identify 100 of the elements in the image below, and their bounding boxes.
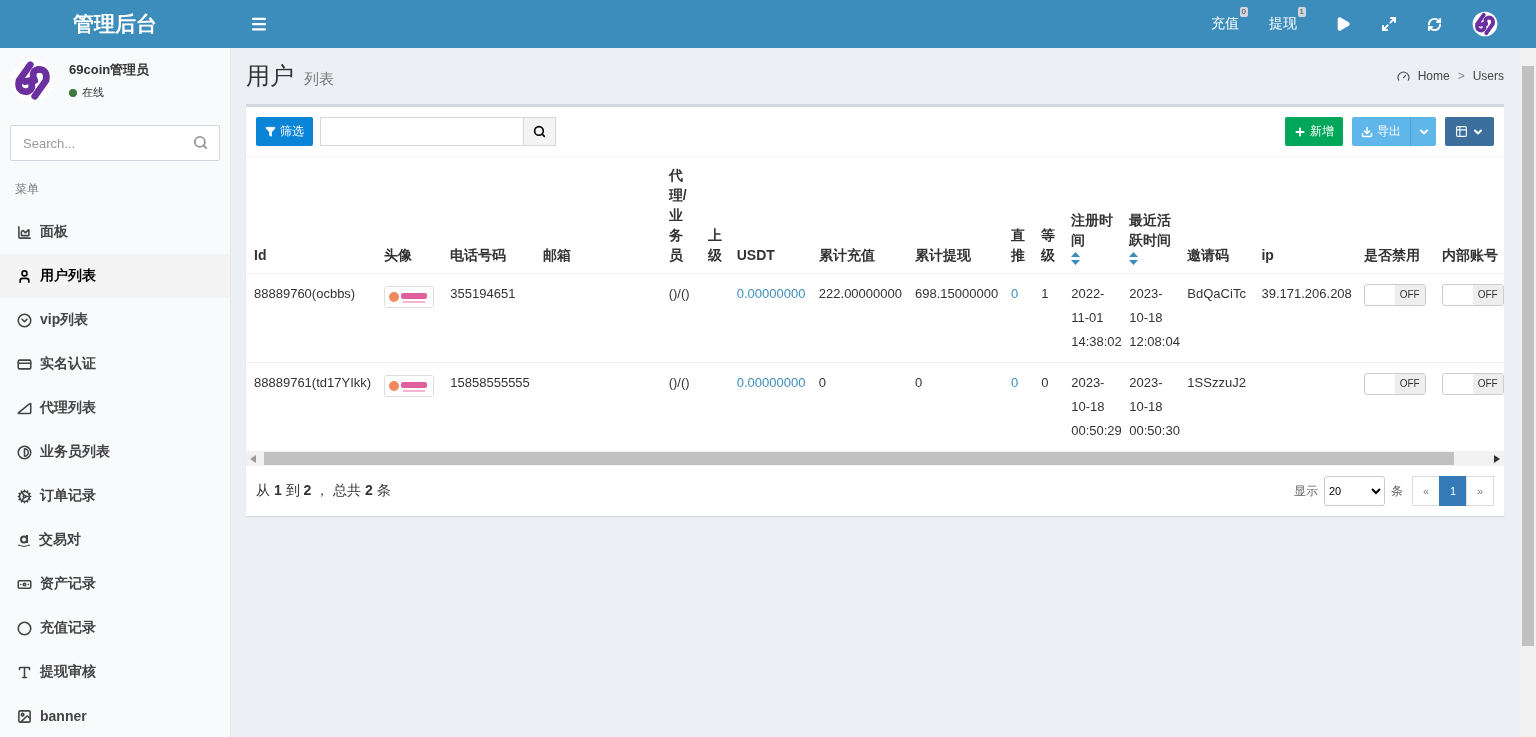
table-search-field[interactable] bbox=[320, 117, 524, 146]
status-dot bbox=[69, 88, 77, 97]
table-cell: 88889760(ocbbs) bbox=[254, 286, 356, 301]
column-header: 邀请码 bbox=[1187, 246, 1230, 265]
column-header: ip bbox=[1261, 246, 1274, 265]
page-link[interactable]: « bbox=[1412, 476, 1440, 506]
app-title: 管理后台 bbox=[72, 11, 158, 37]
table-cell: 39.171.206.208 bbox=[1261, 286, 1352, 301]
summary-text: 从 1 到 2 ， 总共 2 条 bbox=[256, 482, 391, 500]
sidebar-item[interactable]: banner bbox=[0, 694, 230, 737]
column-header: 累计提现 bbox=[914, 246, 971, 265]
column-header: 头像 bbox=[384, 246, 413, 265]
gear-icon bbox=[17, 488, 32, 504]
menu-heading: 菜单 bbox=[14, 181, 40, 198]
dashboard-icon bbox=[1396, 69, 1410, 83]
sidebar-item[interactable]: 交易对 bbox=[0, 518, 230, 562]
column-header: 直推 bbox=[1011, 226, 1027, 265]
scroll-right-icon[interactable] bbox=[1494, 454, 1500, 463]
table-cell: BdQaCiTc bbox=[1187, 286, 1246, 301]
text-icon bbox=[17, 664, 32, 680]
sidebar-item[interactable]: 提现审核 bbox=[0, 650, 230, 694]
area-chart-icon bbox=[17, 224, 32, 240]
triangle-icon bbox=[17, 400, 32, 416]
column-header: 累计充值 bbox=[818, 246, 875, 265]
cell-link[interactable]: 0.00000000 bbox=[736, 375, 806, 390]
sort-icon[interactable] bbox=[1071, 252, 1081, 265]
table-cell: ()/() bbox=[668, 375, 690, 390]
sidebar-item[interactable]: 面板 bbox=[0, 210, 230, 254]
show-label: 显示 bbox=[1294, 482, 1318, 500]
table-cell: 222.00000000 bbox=[818, 286, 902, 301]
sidebar-item[interactable]: 订单记录 bbox=[0, 474, 230, 518]
column-header: 邮箱 bbox=[543, 246, 572, 265]
toggle-switch[interactable]: OFF bbox=[1363, 284, 1426, 306]
plus-icon bbox=[1294, 125, 1306, 138]
table-cell: 0 bbox=[1041, 375, 1049, 390]
unit-label: 条 bbox=[1391, 482, 1403, 500]
table-cell: 355194651 bbox=[450, 286, 516, 301]
count-badge: 0 bbox=[1239, 7, 1248, 17]
search-field[interactable]: Search... bbox=[10, 125, 220, 161]
column-header: 代理/业务员 bbox=[668, 166, 688, 265]
sidebar-item[interactable]: 充值记录 bbox=[0, 606, 230, 650]
column-header: 等级 bbox=[1041, 226, 1057, 265]
table-cell: 2022-11-01 14:38:02 bbox=[1071, 286, 1122, 349]
columns-button[interactable] bbox=[1445, 117, 1494, 146]
dropdown-button[interactable] bbox=[1410, 117, 1436, 146]
sort-icon[interactable] bbox=[1129, 252, 1139, 265]
sidebar-item[interactable]: 用户列表 bbox=[0, 254, 230, 298]
user-icon bbox=[17, 268, 32, 284]
page-subtitle: 列表 bbox=[304, 69, 334, 89]
logo-icon bbox=[1472, 11, 1498, 37]
table-cell: 2023-10-18 00:50:30 bbox=[1129, 375, 1180, 438]
sidebar-item[interactable]: 业务员列表 bbox=[0, 430, 230, 474]
filter-button[interactable]: 筛选 bbox=[256, 117, 313, 146]
table-cell: 0 bbox=[818, 375, 827, 390]
sidebar-item[interactable]: 实名认证 bbox=[0, 342, 230, 386]
menu-icon bbox=[250, 15, 268, 33]
sidebar-item[interactable]: 代理列表 bbox=[0, 386, 230, 430]
breadcrumb-separator: > bbox=[1457, 69, 1465, 83]
breadcrumb-link[interactable]: Home bbox=[1417, 69, 1450, 83]
vertical-scrollbar[interactable] bbox=[1520, 48, 1536, 737]
toggle-switch[interactable]: OFF bbox=[1363, 373, 1426, 395]
toggle-switch[interactable]: OFF bbox=[1441, 284, 1504, 306]
user-name: 69coin管理员 bbox=[69, 61, 150, 79]
sidebar-item[interactable]: vip列表 bbox=[0, 298, 230, 342]
table-cell: 2023-10-18 12:08:04 bbox=[1129, 286, 1180, 349]
table-cell: ()/() bbox=[668, 286, 690, 301]
column-header: Id bbox=[254, 246, 267, 265]
table-cell: 1 bbox=[1041, 286, 1049, 301]
refresh-icon bbox=[1427, 16, 1442, 32]
horizontal-scrollbar[interactable] bbox=[246, 451, 1504, 466]
toggle-switch[interactable]: OFF bbox=[1441, 373, 1504, 395]
half-circle-icon bbox=[17, 444, 32, 460]
page-size-select[interactable]: 20 bbox=[1324, 476, 1385, 506]
table-cell: 0 bbox=[914, 375, 923, 390]
cell-link[interactable]: 0 bbox=[1011, 286, 1019, 301]
circle-icon bbox=[17, 620, 32, 636]
column-header: 内部账号 bbox=[1441, 246, 1498, 265]
filter-icon bbox=[265, 126, 276, 137]
credit-card-icon bbox=[17, 356, 32, 372]
table-cell: 2023-10-18 00:50:29 bbox=[1071, 375, 1122, 438]
chevron-circle-icon bbox=[17, 312, 32, 328]
column-header: 最近活跃时间 bbox=[1129, 211, 1173, 250]
table-cell: 698.15000000 bbox=[914, 286, 999, 301]
play-icon bbox=[1335, 16, 1351, 32]
status-text: 在线 bbox=[82, 85, 104, 100]
cell-link[interactable]: 0 bbox=[1011, 375, 1019, 390]
count-badge: 1 bbox=[1297, 7, 1306, 17]
cell-link[interactable]: 0.00000000 bbox=[736, 286, 806, 301]
scroll-left-icon[interactable] bbox=[250, 454, 256, 463]
table-icon bbox=[1455, 125, 1468, 138]
expand-icon bbox=[1381, 16, 1397, 32]
page-link[interactable]: 1 bbox=[1439, 476, 1467, 506]
page-link[interactable]: » bbox=[1466, 476, 1494, 506]
sidebar-item[interactable]: 资产记录 bbox=[0, 562, 230, 606]
search-icon bbox=[533, 125, 546, 138]
column-header: 是否禁用 bbox=[1363, 246, 1420, 265]
search-icon bbox=[193, 135, 208, 150]
column-header: 电话号码 bbox=[450, 246, 507, 265]
search-button[interactable] bbox=[524, 117, 556, 146]
breadcrumb-link[interactable]: Users bbox=[1472, 69, 1504, 83]
